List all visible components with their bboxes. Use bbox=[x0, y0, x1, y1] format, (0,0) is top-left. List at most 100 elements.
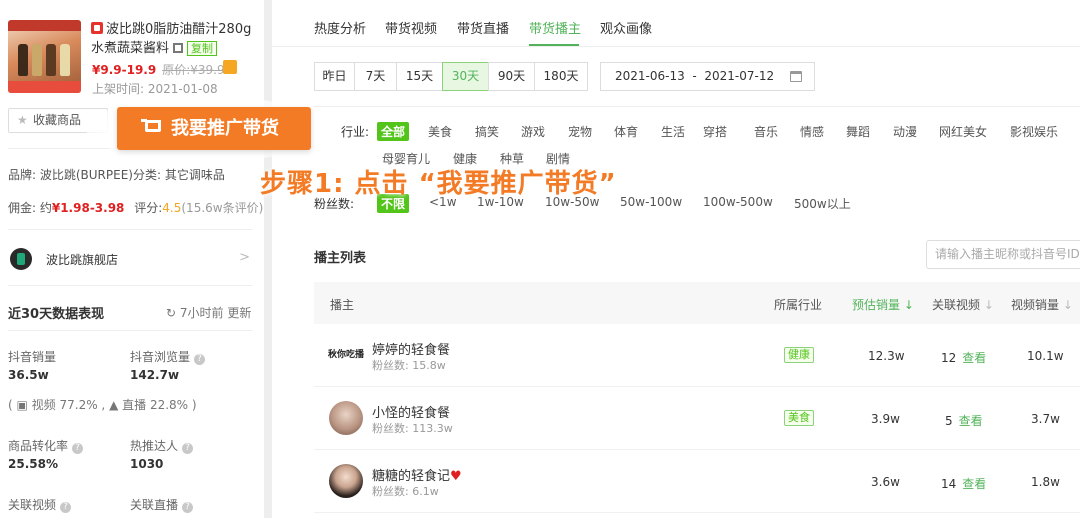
tab-audience[interactable]: 观众画像 bbox=[600, 18, 652, 37]
industry-chip[interactable]: 宠物 bbox=[568, 123, 592, 140]
est-sales: 12.3w bbox=[868, 349, 905, 363]
period-15d[interactable]: 15天 bbox=[396, 62, 443, 91]
col-video-sales[interactable]: 视频销量 ↓ bbox=[1011, 296, 1073, 313]
avatar bbox=[329, 464, 363, 498]
shelf-time: 上架时间: 2021-01-08 bbox=[92, 82, 218, 96]
date-range-picker[interactable]: 2021-06-13 - 2021-07-12 bbox=[600, 62, 815, 91]
refresh-icon: ↻ bbox=[166, 306, 180, 320]
video-sales: 1.8w bbox=[1031, 475, 1060, 489]
brand-category: 品牌: 波比跳(BURPEE)分类: 其它调味品 bbox=[8, 168, 225, 182]
conversion-value: 25.58% bbox=[8, 457, 58, 471]
cart-icon bbox=[141, 119, 161, 132]
period-7d[interactable]: 7天 bbox=[354, 62, 397, 91]
view-link[interactable]: 查看 bbox=[962, 477, 986, 491]
update-status[interactable]: ↻ 7小时前 更新 bbox=[166, 304, 251, 321]
streamer-name[interactable]: 糖糖的轻食记♥ bbox=[372, 465, 462, 484]
view-link[interactable]: 查看 bbox=[959, 414, 983, 428]
tab-live[interactable]: 带货直播 bbox=[457, 18, 509, 37]
industry-tag: 健康 bbox=[784, 347, 814, 363]
industry-chip[interactable]: 动漫 bbox=[893, 123, 917, 140]
industry-chip[interactable]: 影视娱乐 bbox=[1010, 123, 1058, 140]
chevron-right-icon: > bbox=[239, 250, 250, 265]
stats-title: 近30天数据表现 bbox=[8, 307, 105, 322]
rel-videos: 12 查看 bbox=[941, 351, 987, 365]
est-sales: 3.6w bbox=[871, 475, 900, 489]
rel-videos: 5 查看 bbox=[945, 414, 983, 428]
view-link[interactable]: 查看 bbox=[962, 351, 986, 365]
product-thumbnail[interactable] bbox=[8, 20, 81, 93]
col-rel-videos[interactable]: 关联视频 ↓ bbox=[932, 296, 994, 313]
douyin-views-value: 142.7w bbox=[130, 368, 180, 382]
streamer-name[interactable]: 婷婷的轻食餐 bbox=[372, 339, 450, 358]
commission-rating: 佣金: 约¥1.98-3.98 评分:4.5(15.6w条评价) bbox=[8, 201, 264, 215]
step-annotation: 步骤1: 点击 “我要推广带货” bbox=[260, 169, 617, 199]
industry-chip[interactable]: 生活 bbox=[661, 123, 685, 140]
streamer-name[interactable]: 小怪的轻食餐 bbox=[372, 402, 450, 421]
col-streamer: 播主 bbox=[330, 298, 355, 312]
streamer-fans: 粉丝数: 113.3w bbox=[372, 422, 453, 435]
shop-logo bbox=[10, 248, 32, 270]
help-icon: ? bbox=[72, 443, 84, 454]
product-panel: 波比跳0脂肪油醋汁280g 水煮蔬菜酱料 复制 ¥9.9-19.9 原价:¥39.9… bbox=[0, 0, 264, 518]
analysis-panel: 热度分析 带货视频 带货直播 带货播主 观众画像 昨日 7天 15天 30天 9… bbox=[272, 0, 1080, 518]
rel-videos: 14 查看 bbox=[941, 477, 987, 491]
shop-link[interactable]: 波比跳旗舰店 > bbox=[8, 244, 252, 274]
col-industry: 所属行业 bbox=[774, 298, 823, 312]
product-title[interactable]: 波比跳0脂肪油醋汁280g 水煮蔬菜酱料 复制 bbox=[91, 20, 261, 58]
industry-chip[interactable]: 穿搭 bbox=[703, 123, 727, 140]
help-icon: ? bbox=[194, 354, 206, 365]
col-est-sales[interactable]: 预估销量 ↓ bbox=[852, 296, 914, 313]
period-90d[interactable]: 90天 bbox=[488, 62, 535, 91]
industry-tag: 美食 bbox=[784, 410, 814, 426]
tab-heat[interactable]: 热度分析 bbox=[314, 18, 366, 37]
conversion-label: 商品转化率? bbox=[8, 437, 84, 454]
help-icon: ? bbox=[182, 502, 194, 513]
period-180d[interactable]: 180天 bbox=[534, 62, 588, 91]
douyin-views-label: 抖音浏览量? bbox=[130, 348, 206, 365]
industry-filter-label: 行业: bbox=[341, 125, 370, 139]
help-icon: ? bbox=[182, 443, 194, 454]
sort-icon: ↓ bbox=[983, 298, 994, 312]
copy-button[interactable]: 复制 bbox=[187, 41, 218, 56]
period-yesterday[interactable]: 昨日 bbox=[314, 62, 355, 91]
sort-icon: ↓ bbox=[1062, 298, 1073, 312]
industry-chip[interactable]: 舞蹈 bbox=[846, 123, 870, 140]
list-title: 播主列表 bbox=[314, 251, 367, 266]
industry-chip[interactable]: 搞笑 bbox=[475, 123, 499, 140]
period-30d[interactable]: 30天 bbox=[442, 62, 489, 91]
video-sales: 10.1w bbox=[1027, 349, 1064, 363]
industry-chip[interactable]: 网红美女 bbox=[939, 123, 987, 140]
industry-chip[interactable]: 全部 bbox=[377, 122, 410, 141]
hot-value: 1030 bbox=[130, 457, 164, 471]
channel-ratio: ( ▣ 视频 77.2% , ▲ 直播 22.8% ) bbox=[8, 398, 197, 412]
avatar bbox=[329, 401, 363, 435]
streamer-fans: 粉丝数: 15.8w bbox=[372, 359, 446, 372]
tab-streamers[interactable]: 带货播主 bbox=[529, 18, 581, 37]
fans-chip[interactable]: 50w-100w bbox=[620, 195, 682, 209]
rel-live-label: 关联直播? bbox=[130, 496, 194, 513]
streamer-search-input[interactable]: 请输入播主昵称或抖音号ID搜索 bbox=[926, 240, 1080, 269]
fans-chip[interactable]: 500w以上 bbox=[794, 195, 851, 212]
industry-chip[interactable]: 美食 bbox=[428, 123, 452, 140]
industry-chip[interactable]: 音乐 bbox=[754, 123, 778, 140]
star-icon: ★ bbox=[17, 113, 28, 127]
avatar: 秋你吃播 bbox=[327, 338, 365, 372]
industry-chip[interactable]: 体育 bbox=[614, 123, 638, 140]
est-sales: 3.9w bbox=[871, 412, 900, 426]
tmall-icon bbox=[91, 22, 103, 34]
douyin-sales-value: 36.5w bbox=[8, 368, 49, 382]
promote-button[interactable]: 我要推广带货 bbox=[117, 107, 311, 150]
price: ¥9.9-19.9 原价:¥39.9 bbox=[92, 63, 225, 77]
rel-video-label: 关联视频? bbox=[8, 496, 72, 513]
tab-videos[interactable]: 带货视频 bbox=[385, 18, 437, 37]
fans-chip[interactable]: 100w-500w bbox=[703, 195, 773, 209]
industry-chip[interactable]: 游戏 bbox=[521, 123, 545, 140]
live-icon: ▲ bbox=[109, 398, 119, 412]
qrcode-icon[interactable] bbox=[173, 43, 184, 53]
trend-icon[interactable] bbox=[223, 60, 237, 74]
calendar-icon bbox=[790, 71, 802, 82]
industry-chip[interactable]: 情感 bbox=[800, 123, 824, 140]
help-icon: ? bbox=[60, 502, 72, 513]
video-icon: ▣ bbox=[16, 398, 28, 412]
douyin-sales-label: 抖音销量 bbox=[8, 350, 57, 364]
